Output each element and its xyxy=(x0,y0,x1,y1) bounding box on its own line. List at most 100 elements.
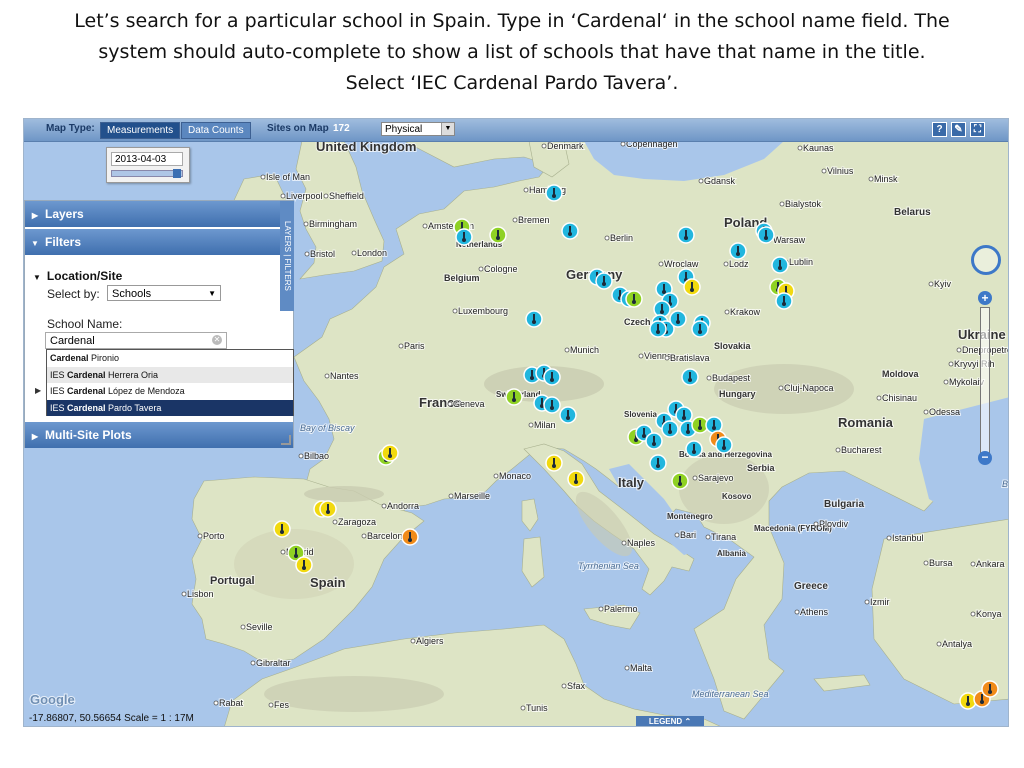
city-dot xyxy=(422,223,428,229)
city-label: Bari xyxy=(680,530,696,540)
location-site-heading[interactable]: ▼ Location/Site xyxy=(33,269,122,283)
autocomplete-list: Cardenal Pironio IES Cardenal Herrera Or… xyxy=(46,349,294,416)
site-marker-icon[interactable] xyxy=(401,528,419,546)
city-dot xyxy=(638,353,644,359)
site-marker-icon[interactable] xyxy=(671,472,689,490)
city-label: Rabat xyxy=(219,698,244,708)
site-marker-icon[interactable] xyxy=(625,290,643,308)
city-dot xyxy=(298,453,304,459)
zoom-in-button[interactable]: + xyxy=(978,291,992,305)
city-label: Luxembourg xyxy=(458,306,508,316)
site-marker-icon[interactable] xyxy=(685,440,703,458)
city-label: Paris xyxy=(404,341,425,351)
city-dot xyxy=(493,473,499,479)
measurements-button[interactable]: Measurements xyxy=(100,122,181,139)
school-name-input[interactable]: Cardenal ✕ xyxy=(45,332,227,349)
city-label: Warsaw xyxy=(773,235,806,245)
layers-label: Layers xyxy=(45,207,84,221)
site-marker-icon[interactable] xyxy=(489,226,507,244)
site-marker-icon[interactable] xyxy=(559,406,577,424)
date-slider[interactable] xyxy=(111,169,183,178)
date-field[interactable]: 2013-04-03 xyxy=(111,152,183,166)
site-marker-icon[interactable] xyxy=(381,444,399,462)
sea-label: Bay of Biscay xyxy=(300,423,355,433)
sea-label: Black xyxy=(1002,479,1009,489)
fullscreen-icon[interactable]: ⛶ xyxy=(970,122,985,137)
autocomplete-item-selected[interactable]: IES Cardenal Pardo Tavera xyxy=(47,399,293,416)
edit-icon[interactable]: ✎ xyxy=(951,122,966,137)
city-dot xyxy=(528,422,534,428)
site-marker-icon[interactable] xyxy=(455,228,473,246)
site-marker-icon[interactable] xyxy=(691,320,709,338)
site-marker-icon[interactable] xyxy=(295,556,313,574)
zoom-out-button[interactable]: − xyxy=(978,451,992,465)
city-dot xyxy=(410,638,416,644)
city-dot xyxy=(260,174,266,180)
site-marker-icon[interactable] xyxy=(505,388,523,406)
autocomplete-item[interactable]: IES Cardenal López de Mendoza xyxy=(47,383,293,400)
site-marker-icon[interactable] xyxy=(669,310,687,328)
site-marker-icon[interactable] xyxy=(771,256,789,274)
city-label: London xyxy=(357,248,387,258)
clear-icon[interactable]: ✕ xyxy=(212,335,222,345)
site-marker-icon[interactable] xyxy=(525,310,543,328)
resize-handle[interactable] xyxy=(281,435,291,445)
map-style-select[interactable]: Physical ▼ xyxy=(381,122,455,136)
site-marker-icon[interactable] xyxy=(543,396,561,414)
select-by-dropdown[interactable]: Schools ▼ xyxy=(107,285,221,301)
site-marker-icon[interactable] xyxy=(683,278,701,296)
city-dot xyxy=(512,217,518,223)
autocomplete-item[interactable]: IES Cardenal Herrera Oria xyxy=(47,366,293,383)
date-slider-handle[interactable] xyxy=(173,169,181,178)
city-dot xyxy=(794,609,800,615)
site-marker-icon[interactable] xyxy=(595,272,613,290)
site-marker-icon[interactable] xyxy=(661,420,679,438)
legend-button[interactable]: LEGEND ⌃ xyxy=(636,716,704,726)
site-marker-icon[interactable] xyxy=(649,320,667,338)
city-label: Denmark xyxy=(547,141,584,151)
coordinates-readout: -17.86807, 50.56654 Scale = 1 : 17M xyxy=(29,713,194,724)
city-label: Cluj-Napoca xyxy=(784,383,834,393)
city-dot xyxy=(698,178,704,184)
multi-site-plots-header[interactable]: ▶ Multi-Site Plots xyxy=(25,422,293,448)
site-marker-icon[interactable] xyxy=(645,432,663,450)
map-application[interactable]: United KingdomGermanyPolandFranceItalySp… xyxy=(23,118,1009,727)
site-marker-icon[interactable] xyxy=(319,500,337,518)
map-style-value: Physical xyxy=(385,124,423,135)
city-dot xyxy=(250,660,256,666)
pan-control-icon[interactable] xyxy=(971,245,1001,275)
filters-section-header[interactable]: ▼ Filters xyxy=(25,229,293,255)
site-marker-icon[interactable] xyxy=(561,222,579,240)
site-marker-icon[interactable] xyxy=(677,226,695,244)
city-label: Palermo xyxy=(604,604,638,614)
city-dot xyxy=(692,475,698,481)
site-marker-icon[interactable] xyxy=(545,184,563,202)
country-label: Greece xyxy=(794,581,828,592)
chevron-right-icon[interactable]: ▶ xyxy=(35,386,41,395)
sea-label: Mediterranean Sea xyxy=(692,689,769,699)
site-marker-icon[interactable] xyxy=(715,436,733,454)
site-marker-icon[interactable] xyxy=(681,368,699,386)
city-label: Lodz xyxy=(729,259,749,269)
site-marker-icon[interactable] xyxy=(543,368,561,386)
city-dot xyxy=(970,561,976,567)
city-label: Krakow xyxy=(730,307,761,317)
site-marker-icon[interactable] xyxy=(567,470,585,488)
site-marker-icon[interactable] xyxy=(757,226,775,244)
help-icon[interactable]: ? xyxy=(932,122,947,137)
zoom-slider[interactable] xyxy=(980,307,990,457)
layers-section-header[interactable]: ▶ Layers xyxy=(25,201,293,227)
city-dot xyxy=(923,409,929,415)
site-marker-icon[interactable] xyxy=(273,520,291,538)
city-dot xyxy=(956,347,962,353)
site-marker-icon[interactable] xyxy=(775,292,793,310)
layers-filters-tab[interactable]: LAYERS | FILTERS xyxy=(280,201,294,311)
autocomplete-item[interactable]: Cardenal Pironio xyxy=(47,350,293,367)
site-marker-icon[interactable] xyxy=(545,454,563,472)
data-counts-button[interactable]: Data Counts xyxy=(181,122,251,139)
site-marker-icon[interactable] xyxy=(729,242,747,260)
country-label: Romania xyxy=(838,415,894,430)
city-dot xyxy=(923,560,929,566)
site-marker-icon[interactable] xyxy=(649,454,667,472)
site-marker-icon[interactable] xyxy=(981,680,999,698)
